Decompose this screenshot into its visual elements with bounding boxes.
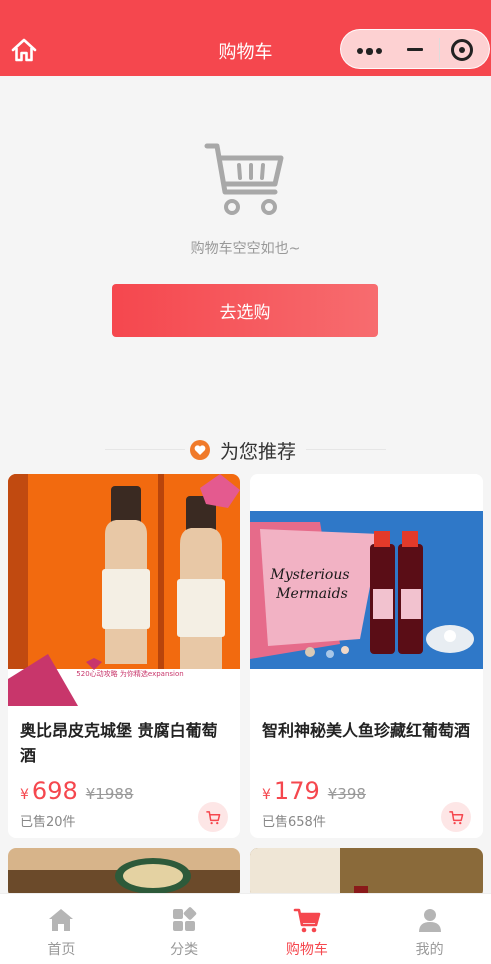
product-price: 179 bbox=[273, 777, 320, 805]
product-name: 奥比昂皮克城堡 贵腐白葡萄酒 bbox=[20, 721, 218, 765]
nav-header: 购物车 bbox=[0, 0, 491, 76]
close-target-icon[interactable] bbox=[451, 39, 473, 61]
empty-cart-icon bbox=[203, 140, 287, 220]
product-image bbox=[8, 848, 240, 898]
category-icon bbox=[173, 907, 197, 931]
sold-count: 已售658件 bbox=[262, 815, 326, 830]
bottom-tab-bar: 首页 分类 购物车 我的 bbox=[0, 893, 491, 964]
tab-category[interactable]: 分类 bbox=[123, 894, 246, 964]
currency-symbol: ¥ bbox=[20, 787, 29, 803]
home-icon bbox=[49, 909, 74, 931]
cart-icon bbox=[293, 908, 321, 933]
user-icon bbox=[418, 909, 441, 932]
cart-icon bbox=[448, 810, 463, 824]
mini-program-capsule bbox=[340, 29, 490, 69]
tab-label: 购物车 bbox=[285, 942, 328, 958]
tab-home[interactable]: 首页 bbox=[0, 894, 123, 964]
product-card[interactable] bbox=[8, 848, 240, 898]
minimize-icon[interactable] bbox=[407, 48, 423, 51]
capsule-divider bbox=[439, 38, 440, 62]
add-to-cart-button[interactable] bbox=[441, 802, 471, 832]
svg-text:520心动攻略 为你精选expansion: 520心动攻略 为你精选expansion bbox=[76, 669, 183, 678]
add-to-cart-button[interactable] bbox=[198, 802, 228, 832]
recommend-title: 为您推荐 bbox=[220, 440, 297, 463]
product-card[interactable]: Mysterious Mermaids 智利神秘美人鱼珍藏红葡萄酒 ¥ 179 … bbox=[250, 474, 483, 838]
currency-symbol: ¥ bbox=[262, 787, 271, 803]
product-image: Mysterious Mermaids bbox=[250, 474, 483, 706]
tab-cart[interactable]: 购物车 bbox=[246, 894, 369, 964]
product-card[interactable] bbox=[250, 848, 483, 898]
divider-left bbox=[105, 449, 185, 450]
cart-icon bbox=[205, 810, 220, 824]
tab-label: 我的 bbox=[415, 942, 444, 958]
price-row: ¥ 698 ¥1988 bbox=[20, 777, 133, 805]
empty-cart-message: 购物车空空如也~ bbox=[190, 241, 301, 257]
original-price: ¥398 bbox=[327, 785, 366, 803]
recommend-header: 为您推荐 bbox=[190, 437, 296, 463]
price-row: ¥ 179 ¥398 bbox=[262, 777, 366, 805]
product-card[interactable]: 520心动攻略 为你精选expansion 奥比昂皮克城堡 贵腐白葡萄酒 ¥ 6… bbox=[8, 474, 240, 838]
tab-label: 首页 bbox=[47, 942, 76, 958]
tab-profile[interactable]: 我的 bbox=[368, 894, 491, 964]
heart-icon bbox=[190, 440, 210, 460]
product-image bbox=[250, 848, 483, 898]
svg-text:Mermaids: Mermaids bbox=[275, 586, 348, 602]
sold-count: 已售20件 bbox=[20, 815, 76, 830]
product-name: 智利神秘美人鱼珍藏红葡萄酒 bbox=[262, 721, 471, 740]
more-icon[interactable] bbox=[357, 47, 382, 55]
svg-text:Mysterious: Mysterious bbox=[269, 567, 349, 583]
product-image: 520心动攻略 为你精选expansion bbox=[8, 474, 240, 706]
tab-label: 分类 bbox=[170, 942, 199, 958]
product-price: 698 bbox=[31, 777, 78, 805]
divider-right bbox=[306, 449, 386, 450]
original-price: ¥1988 bbox=[85, 785, 134, 803]
go-shopping-button[interactable]: 去选购 bbox=[112, 284, 378, 337]
